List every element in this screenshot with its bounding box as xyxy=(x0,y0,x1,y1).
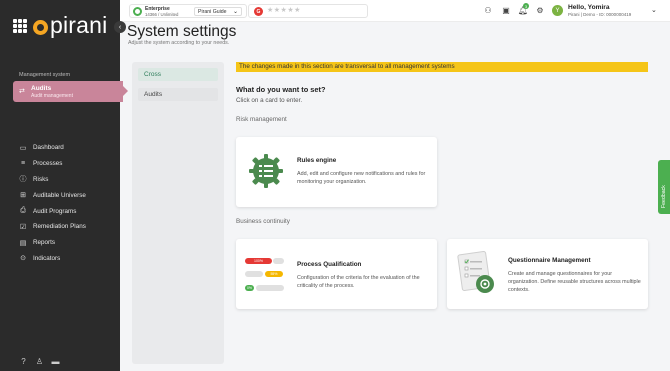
transversal-warning-banner: The changes made in this section are tra… xyxy=(236,62,648,72)
user-organization: Pirani | Demo - ID: 0000000419 xyxy=(568,12,632,17)
sidebar-item-dashboard[interactable]: ▭ Dashboard xyxy=(19,140,86,156)
pq-track xyxy=(245,271,263,277)
rules-engine-gear-icon xyxy=(249,154,283,188)
sidebar-item-auditable-universe[interactable]: ⊞ Auditable Universe xyxy=(19,187,86,203)
rules-engine-card[interactable]: Rules engine Add, edit and configure new… xyxy=(236,137,437,207)
add-user-icon[interactable]: ⚇ xyxy=(483,5,493,15)
sidebar-item-label: Remediation Plans xyxy=(33,223,86,231)
feedback-tab[interactable]: Feedback xyxy=(658,160,670,214)
grid-icon: ⊞ xyxy=(20,192,26,200)
active-system-title: Audits xyxy=(31,85,52,92)
sidebar-item-risks[interactable]: ⓘ Risks xyxy=(19,172,86,188)
section-risk-management: Risk management xyxy=(236,116,287,123)
feedback-label: Feedback xyxy=(661,185,667,208)
settings-category-panel: Cross Audits xyxy=(132,62,224,364)
star-rating[interactable]: ★★★★★ xyxy=(267,6,301,14)
environment-plan: 14366 / Unlimited xyxy=(145,12,179,17)
tab-cross[interactable]: Cross xyxy=(138,68,218,81)
billing-icon[interactable]: ▬ xyxy=(51,357,60,366)
pq-track xyxy=(256,285,284,291)
questionnaire-management-card[interactable]: Questionnaire Management Create and mana… xyxy=(447,239,648,309)
indicators-icon: ⊙ xyxy=(20,255,26,263)
settings-hint: Click on a card to enter. xyxy=(236,97,303,104)
sidebar-nav: ▭ Dashboard ≡ Processes ⓘ Risks ⊞ Audita… xyxy=(19,140,86,266)
sidebar-item-label: Indicators xyxy=(33,254,61,262)
sidebar-footer: ? ♙ ▬ xyxy=(19,357,60,366)
sidebar-item-label: Audit Programs xyxy=(33,207,77,215)
section-business-continuity: Business continuity xyxy=(236,218,290,225)
pirani-guide-dropdown[interactable]: Pirani Guide ⌄ xyxy=(194,7,242,16)
monitor-icon: ▭ xyxy=(19,144,27,152)
management-system-selector[interactable]: ⇄ Audits Audit management xyxy=(13,81,128,102)
document-icon[interactable]: ▣ xyxy=(501,5,511,15)
notification-count-badge: 3 xyxy=(523,3,529,9)
sidebar-item-label: Reports xyxy=(33,239,56,247)
sidebar-item-audit-programs[interactable]: ⎙ Audit Programs xyxy=(19,203,86,219)
reports-icon: ▤ xyxy=(19,239,27,247)
environment-logo-icon xyxy=(133,7,142,16)
questionnaire-icon xyxy=(457,251,494,293)
sidebar-item-reports[interactable]: ▤ Reports xyxy=(19,235,86,251)
sidebar-item-processes[interactable]: ≡ Processes xyxy=(19,156,86,172)
pq-badge-low: 0% xyxy=(245,285,254,291)
user-settings-icon[interactable]: ♙ xyxy=(35,357,44,366)
processes-icon: ≡ xyxy=(20,160,26,168)
audit-program-icon: ⎙ xyxy=(20,207,26,215)
apps-grid-icon[interactable] xyxy=(13,19,27,33)
sidebar-item-label: Auditable Universe xyxy=(33,191,86,199)
page-subtitle: Adjust the system according to your need… xyxy=(128,40,230,46)
checklist-icon: ☑ xyxy=(19,223,27,231)
brand-logo[interactable]: pirani xyxy=(33,12,107,39)
pq-track xyxy=(273,258,284,264)
active-system-subtitle: Audit management xyxy=(31,93,73,99)
logo-mark xyxy=(33,19,48,35)
risk-icon: ⓘ xyxy=(19,176,27,184)
sidebar-item-label: Processes xyxy=(33,160,63,168)
sidebar-item-label: Dashboard xyxy=(33,144,64,152)
pq-badge-medium: 55% xyxy=(265,271,283,277)
card-description: Configuration of the criteria for the ev… xyxy=(297,275,420,289)
environment-selector[interactable]: Enterprise 14366 / Unlimited Pirani Guid… xyxy=(129,4,247,18)
management-system-label: Management system xyxy=(19,72,71,78)
settings-gear-icon[interactable]: ⚙ xyxy=(535,5,545,15)
avatar[interactable]: Y xyxy=(552,5,563,16)
card-title: Process Qualification xyxy=(297,261,362,268)
help-icon[interactable]: ? xyxy=(19,357,28,366)
top-bar: Enterprise 14366 / Unlimited Pirani Guid… xyxy=(120,0,670,22)
card-description: Add, edit and configure new notification… xyxy=(297,171,426,185)
card-title: Rules engine xyxy=(297,157,337,164)
card-description: Create and manage questionnaires for you… xyxy=(508,271,641,293)
sidebar: pirani Management system ⇄ Audits Audit … xyxy=(0,0,128,371)
sidebar-item-indicators[interactable]: ⊙ Indicators xyxy=(19,251,86,267)
guide-label: Pirani Guide xyxy=(198,9,227,15)
rating-widget[interactable]: G ★★★★★ xyxy=(248,4,368,18)
g-rating-icon: G xyxy=(254,7,263,16)
sidebar-item-remediation-plans[interactable]: ☑ Remediation Plans xyxy=(19,219,86,235)
logo-text: pirani xyxy=(50,12,108,38)
process-qualification-card[interactable]: 100% 55% 0% Process Qualification Config… xyxy=(236,239,437,309)
user-menu-chevron-icon[interactable]: ⌄ xyxy=(651,6,657,14)
user-greeting[interactable]: Hello, Yomira xyxy=(568,4,610,11)
collapse-sidebar-button[interactable]: ‹ xyxy=(114,21,126,33)
page-title: System settings xyxy=(127,23,237,40)
pq-badge-high: 100% xyxy=(245,258,272,264)
settings-question: What do you want to set? xyxy=(236,85,326,94)
sidebar-item-label: Risks xyxy=(33,175,49,183)
chevron-down-icon: ⌄ xyxy=(232,9,238,15)
card-title: Questionnaire Management xyxy=(508,257,591,264)
tab-audits[interactable]: Audits xyxy=(138,88,218,101)
audit-icon: ⇄ xyxy=(19,88,25,95)
